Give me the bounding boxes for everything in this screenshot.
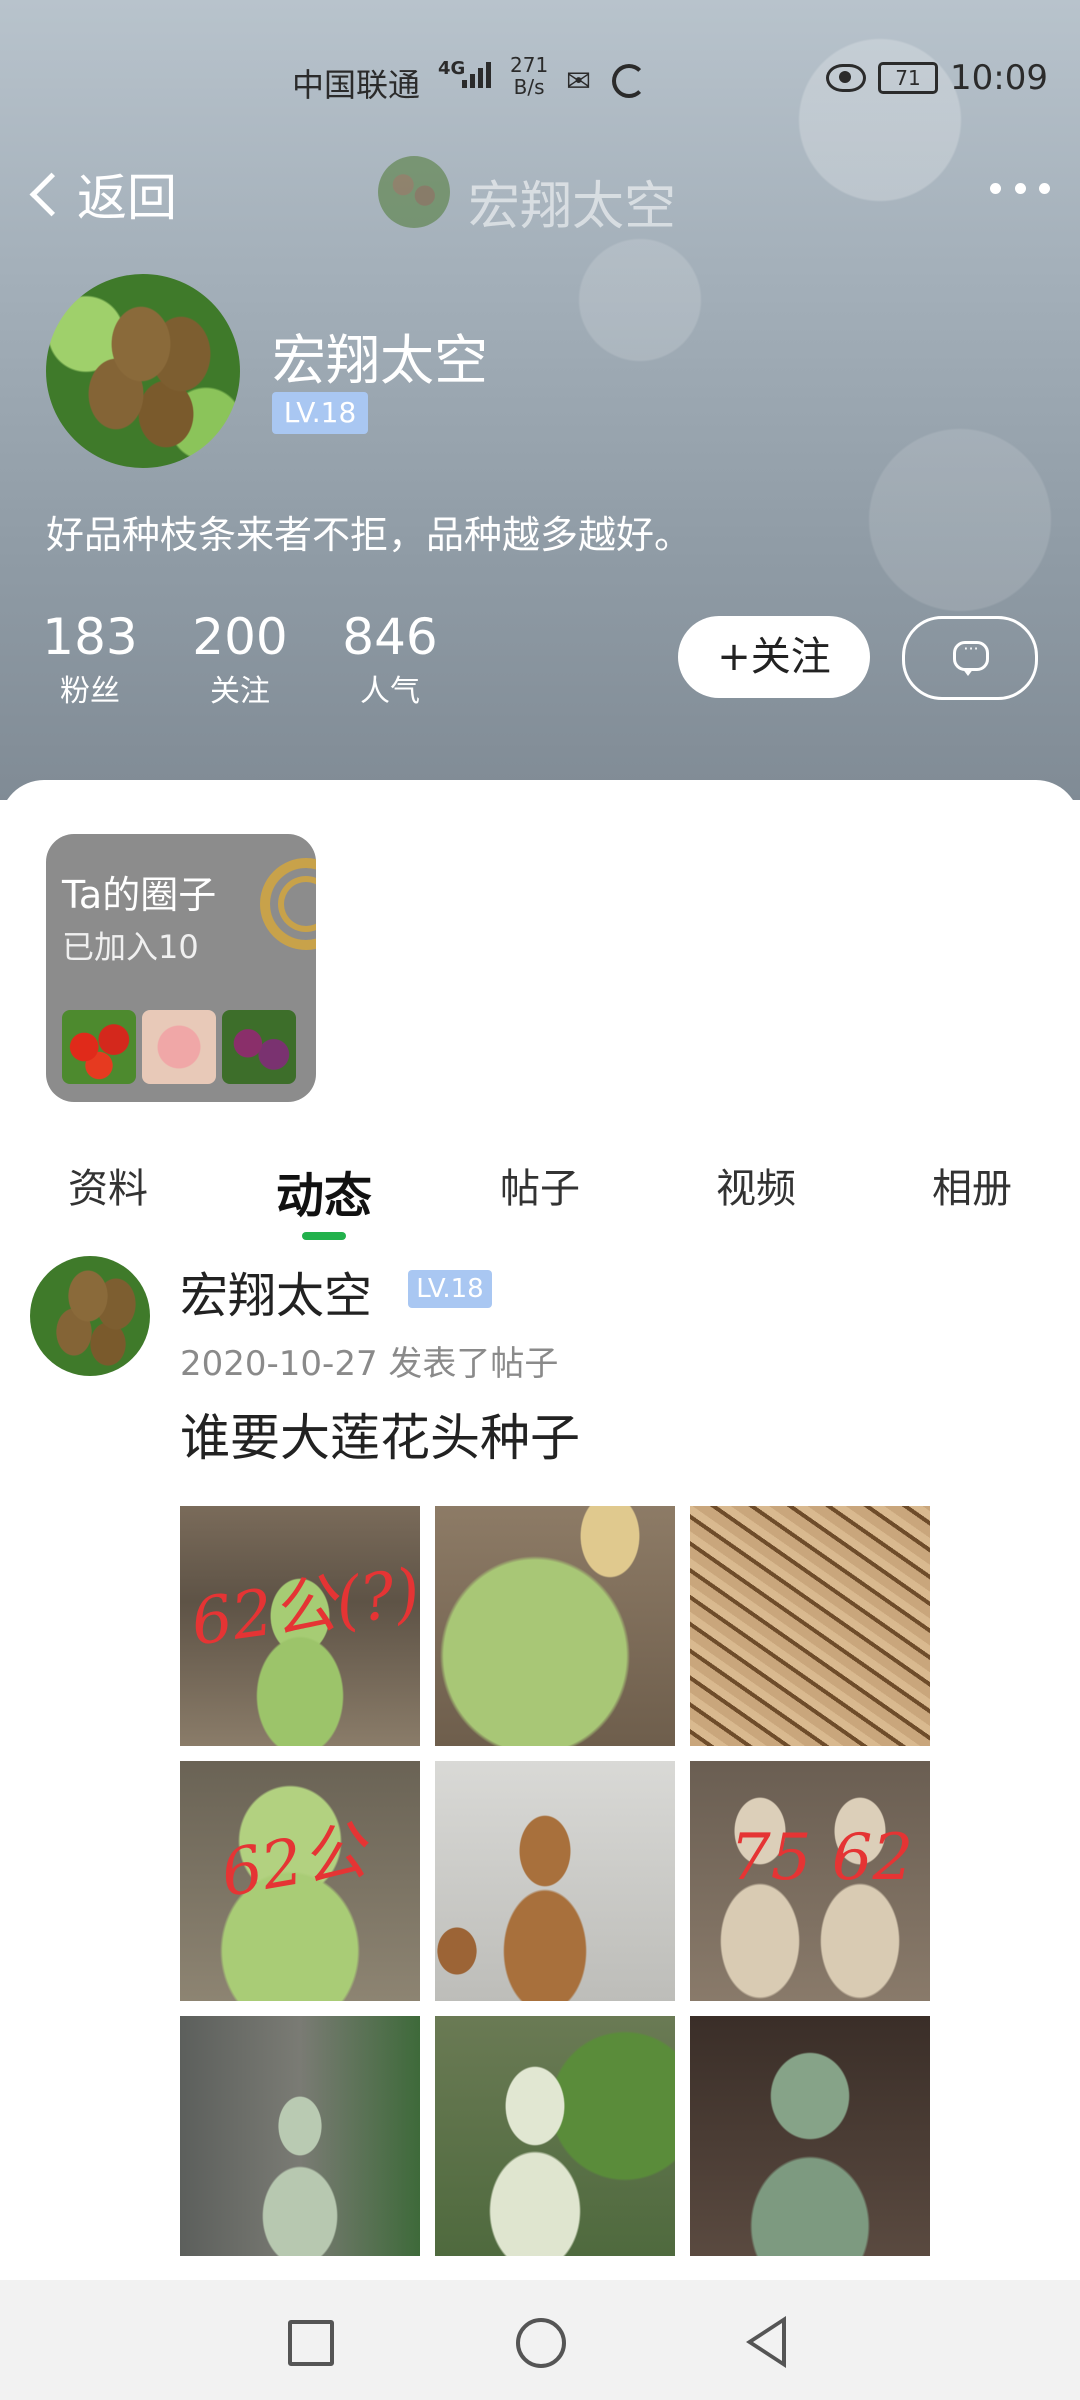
battery-level: 71 xyxy=(895,66,921,90)
stat-popularity-value: 846 xyxy=(342,608,438,666)
tab-videos[interactable]: 视频 xyxy=(686,1156,826,1214)
back-triangle-icon[interactable] xyxy=(746,2316,786,2368)
post-title[interactable]: 谁要大莲花头种子 xyxy=(180,1398,580,1470)
network-speed-value: 271 xyxy=(510,53,549,77)
recent-apps-icon[interactable] xyxy=(288,2320,334,2366)
profile-tabs: 资料 动态 帖子 视频 相册 xyxy=(0,1136,1080,1246)
chat-bubble-icon: ··· xyxy=(953,641,989,676)
post-image[interactable] xyxy=(435,1506,675,1746)
circle-card[interactable]: Ta的圈子 已加入10 xyxy=(46,834,316,1102)
post-level-badge: LV.18 xyxy=(408,1270,492,1308)
post-image[interactable] xyxy=(435,1761,675,2001)
post-meta: 2020-10-27 发表了帖子 xyxy=(180,1344,559,1384)
post-image[interactable] xyxy=(180,2016,420,2256)
carrier-label: 中国联通 xyxy=(292,66,421,104)
stat-fans-label: 粉丝 xyxy=(60,674,120,709)
post-image[interactable]: 75 62 xyxy=(690,1761,930,2001)
level-badge: LV.18 xyxy=(272,392,368,434)
status-bar: 中国联通 4G 271 B/s ✉ 71 10:09 xyxy=(0,52,1080,112)
circle-thumbnail xyxy=(142,1010,216,1084)
circle-title: Ta的圈子 xyxy=(62,873,217,917)
sync-ring-icon xyxy=(612,64,646,98)
circle-subtitle: 已加入10 xyxy=(62,928,199,966)
content-sheet: Ta的圈子 已加入10 资料 动态 帖子 视频 相册 宏翔太空 LV.18 20… xyxy=(0,780,1080,2280)
stat-fans-value: 183 xyxy=(42,608,138,666)
tab-posts[interactable]: 帖子 xyxy=(470,1156,610,1214)
image-annotation: 62公 xyxy=(215,1813,372,1912)
profile-bio: 好品种枝条来者不拒，品种越多越好。 xyxy=(46,513,693,557)
navbar-title: 宏翔太空 xyxy=(468,177,677,237)
tab-profile-info[interactable]: 资料 xyxy=(38,1156,178,1214)
stat-popularity: 846 人气 xyxy=(330,606,450,712)
post-image[interactable]: 62公 xyxy=(180,1761,420,2001)
tab-album[interactable]: 相册 xyxy=(902,1156,1042,1214)
back-button[interactable]: 返回 xyxy=(28,162,177,227)
post-image[interactable] xyxy=(690,2016,930,2256)
stat-fans[interactable]: 183 粉丝 xyxy=(30,606,150,712)
message-button[interactable]: ··· xyxy=(902,616,1038,700)
post-author-name[interactable]: 宏翔太空 xyxy=(180,1256,372,1326)
back-label: 返回 xyxy=(77,169,177,227)
post-image[interactable] xyxy=(690,1506,930,1746)
top-navbar: 返回 宏翔太空 xyxy=(0,150,1080,240)
profile-name: 宏翔太空 xyxy=(272,329,488,392)
active-tab-indicator xyxy=(302,1232,346,1240)
network-speed: 271 B/s xyxy=(510,54,548,98)
stat-popularity-label: 人气 xyxy=(360,674,420,709)
home-icon[interactable] xyxy=(516,2318,566,2368)
tab-activity[interactable]: 动态 xyxy=(254,1156,394,1226)
wechat-icon: ✉ xyxy=(566,64,592,99)
circle-thumbnail xyxy=(222,1010,296,1084)
circle-thumbnail xyxy=(62,1010,136,1084)
image-annotation: 75 62 xyxy=(730,1821,914,1895)
battery-icon: 71 xyxy=(878,62,938,94)
post-image[interactable] xyxy=(435,2016,675,2256)
image-annotation: 62公(?) xyxy=(186,1555,420,1661)
profile-avatar[interactable] xyxy=(46,274,240,468)
stat-following-label: 关注 xyxy=(210,674,270,709)
network-speed-unit: B/s xyxy=(513,75,545,99)
post-author-avatar[interactable] xyxy=(30,1256,150,1376)
more-dots-icon[interactable] xyxy=(990,178,1050,198)
circle-ring-icon xyxy=(260,858,316,950)
system-nav-bar xyxy=(0,2280,1080,2400)
post-image[interactable]: 62公(?) xyxy=(180,1506,420,1746)
eye-icon xyxy=(826,64,866,92)
signal-icon xyxy=(462,60,496,88)
profile-header: 中国联通 4G 271 B/s ✉ 71 10:09 返回 宏翔太空 宏翔太空 … xyxy=(0,0,1080,800)
clock: 10:09 xyxy=(950,58,1048,98)
navbar-avatar xyxy=(378,156,450,228)
follow-button[interactable]: +关注 xyxy=(678,616,870,698)
stat-following-value: 200 xyxy=(192,608,288,666)
chevron-left-icon xyxy=(29,172,74,216)
stat-following[interactable]: 200 关注 xyxy=(180,606,300,712)
